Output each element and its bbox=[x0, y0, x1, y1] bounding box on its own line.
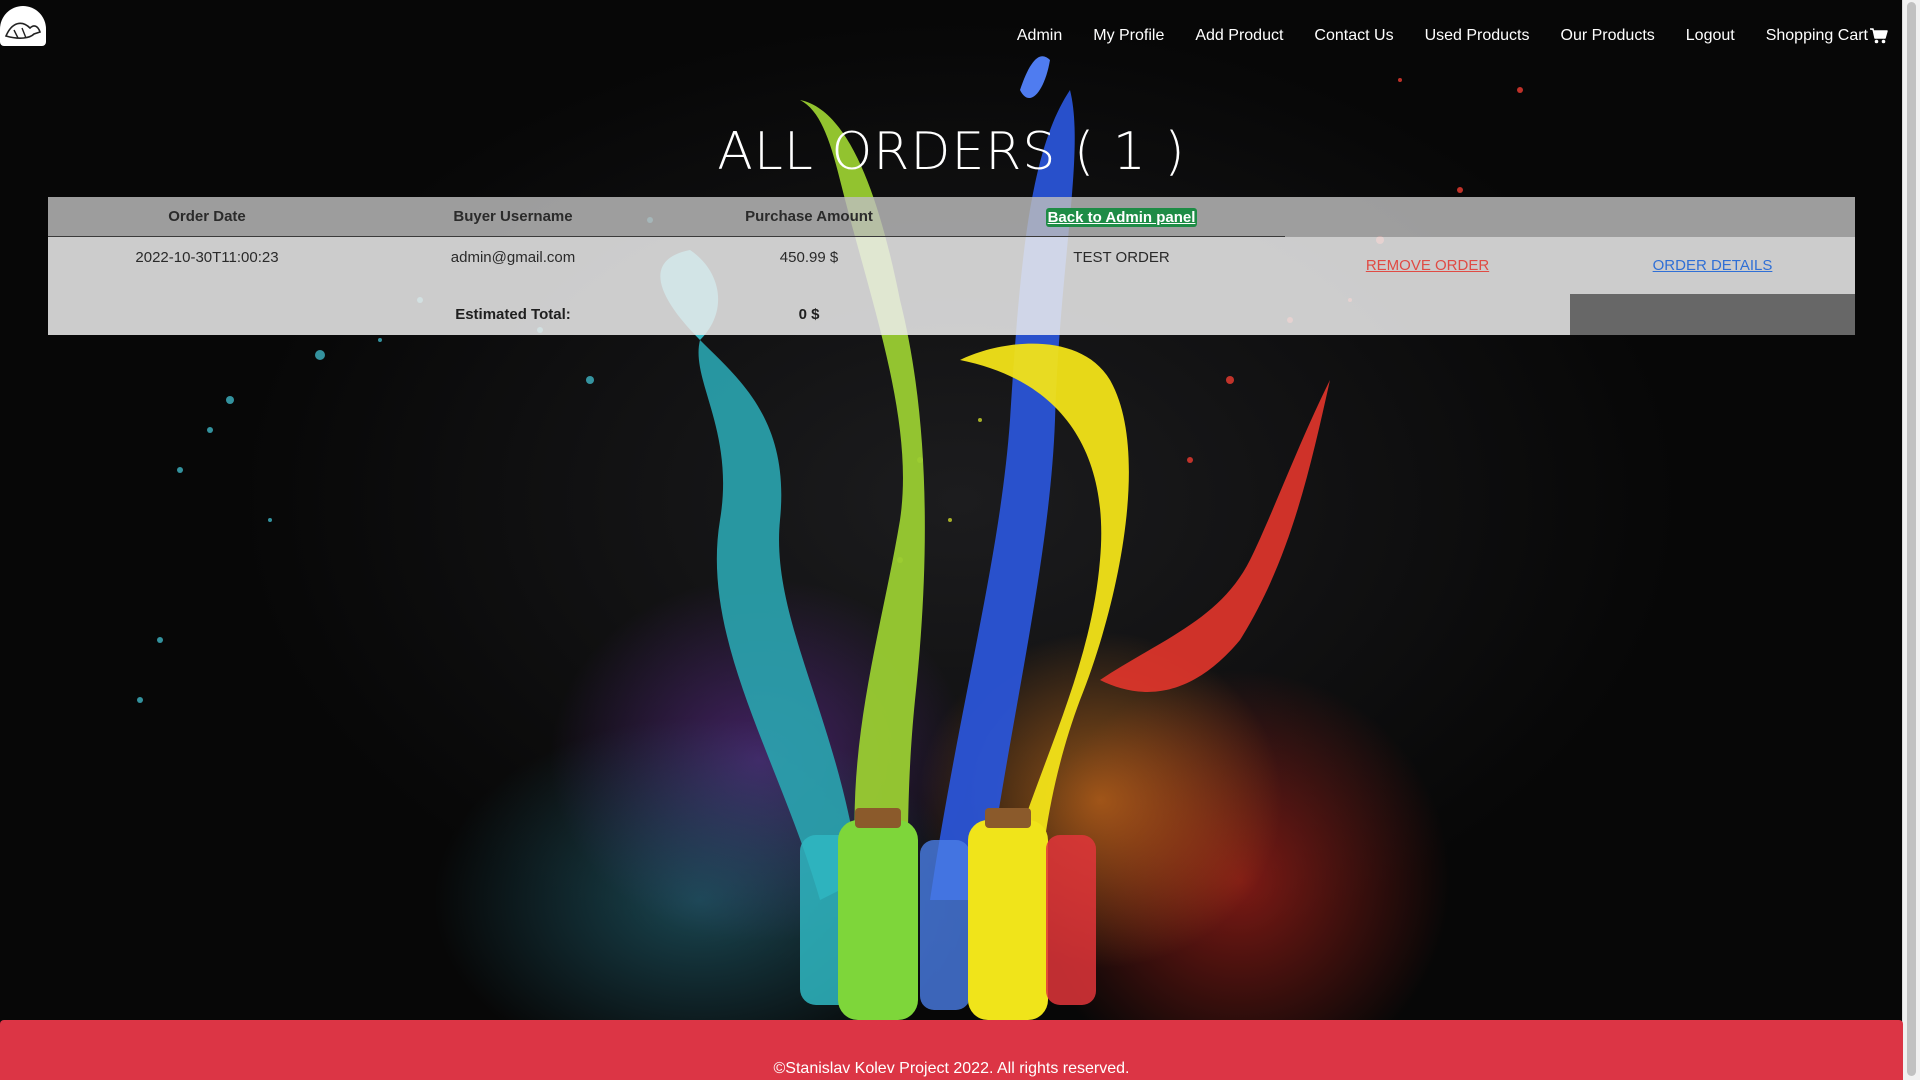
header-empty-cell bbox=[1285, 197, 1570, 237]
column-header-order-date: Order Date bbox=[168, 208, 246, 225]
nav-link-shopping-cart[interactable]: Shopping Cart bbox=[1766, 24, 1888, 48]
cell-order-date: 2022-10-30T11:00:23 bbox=[135, 249, 279, 266]
remove-order-cell: REMOVE ORDER bbox=[1285, 237, 1570, 294]
order-details-cell: ORDER DETAILS bbox=[1570, 237, 1855, 294]
remove-order-link[interactable]: REMOVE ORDER bbox=[1366, 257, 1489, 274]
cell-order-note: TEST ORDER bbox=[1073, 249, 1170, 266]
nav-link-contact-us[interactable]: Contact Us bbox=[1314, 24, 1393, 48]
total-empty-cell-dark bbox=[1570, 294, 1855, 335]
bird-logo-icon[interactable] bbox=[0, 6, 46, 46]
table-total-row: Estimated Total: 0 $ bbox=[48, 294, 1855, 335]
total-empty-cell bbox=[958, 294, 1285, 335]
table-header-row: Order Date Buyer Username Purchase Amoun… bbox=[48, 197, 1855, 237]
shopping-cart-icon bbox=[1870, 28, 1888, 44]
main-navigation: Admin My Profile Add Product Contact Us … bbox=[1017, 24, 1888, 48]
estimated-total-label: Estimated Total: bbox=[366, 294, 660, 335]
nav-link-admin[interactable]: Admin bbox=[1017, 24, 1062, 48]
total-empty-cell bbox=[48, 294, 366, 335]
cell-purchase-amount: 450.99 $ bbox=[779, 249, 839, 266]
order-details-link[interactable]: ORDER DETAILS bbox=[1653, 257, 1773, 274]
header-empty-cell bbox=[1570, 197, 1855, 237]
nav-link-used-products[interactable]: Used Products bbox=[1425, 24, 1530, 48]
table-row: 2022-10-30T11:00:23 admin@gmail.com 450.… bbox=[48, 237, 1855, 294]
header-divider bbox=[48, 236, 1285, 237]
page-footer: ©Stanislav Kolev Project 2022. All right… bbox=[0, 1020, 1903, 1080]
footer-copyright: ©Stanislav Kolev Project 2022. All right… bbox=[773, 1060, 1130, 1077]
estimated-total-value: 0 $ bbox=[660, 294, 958, 335]
nav-link-add-product[interactable]: Add Product bbox=[1195, 24, 1283, 48]
scrollbar-thumb[interactable] bbox=[1907, 2, 1916, 1076]
shopping-cart-label: Shopping Cart bbox=[1765, 27, 1868, 44]
back-link-cell: Back to Admin panel bbox=[958, 197, 1285, 237]
vertical-scrollbar[interactable] bbox=[1902, 0, 1920, 1080]
column-header-purchase-amount: Purchase Amount bbox=[745, 208, 873, 225]
nav-link-logout[interactable]: Logout bbox=[1686, 24, 1735, 48]
column-header-buyer-username: Buyer Username bbox=[453, 208, 573, 225]
orders-table: Order Date Buyer Username Purchase Amoun… bbox=[48, 197, 1855, 335]
nav-link-my-profile[interactable]: My Profile bbox=[1093, 24, 1164, 48]
cell-buyer-username: admin@gmail.com bbox=[450, 249, 576, 266]
total-empty-cell bbox=[1285, 294, 1570, 335]
page-title: ALL ORDERS ( 1 ) bbox=[717, 122, 1186, 182]
back-to-admin-panel-link[interactable]: Back to Admin panel bbox=[1045, 208, 1198, 227]
nav-link-our-products[interactable]: Our Products bbox=[1561, 24, 1655, 48]
